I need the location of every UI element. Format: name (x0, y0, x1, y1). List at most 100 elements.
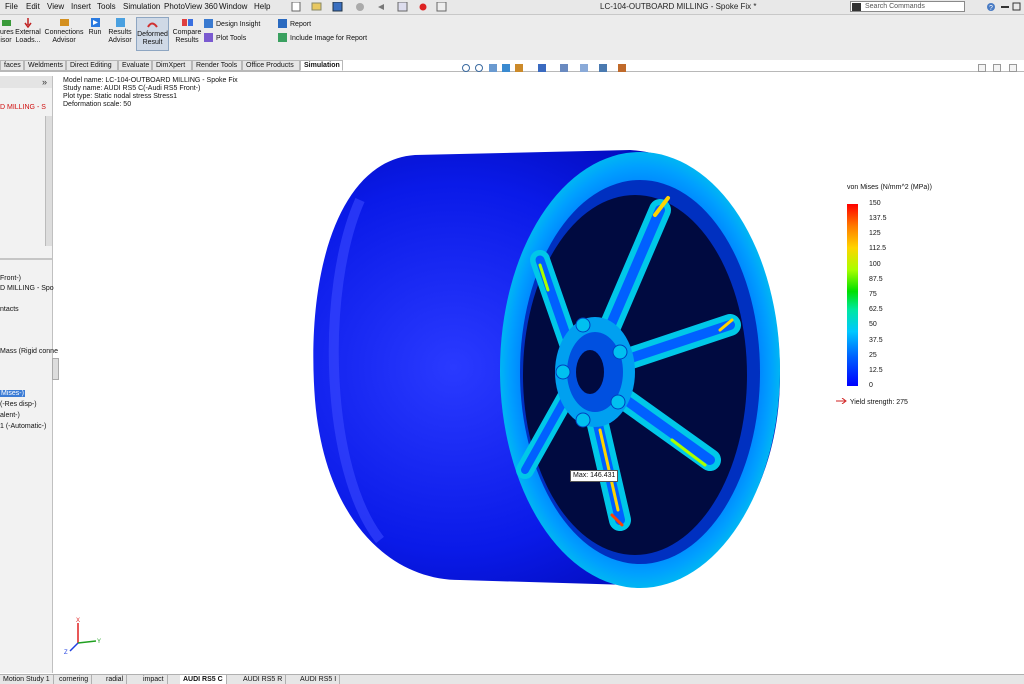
legend-color-bar (847, 204, 858, 386)
compare-results-label: Compare Results (172, 29, 202, 44)
ribbon-toolbar: ures isor External Loads... Connections … (0, 15, 1024, 60)
external-loads-button[interactable]: External Loads... (14, 17, 42, 45)
plot-type: Plot type: Static nodal stress Stress1 (63, 93, 177, 100)
menu-tools[interactable]: Tools (97, 2, 116, 11)
coordinate-triad: X Y Z (64, 618, 101, 655)
tree-scrollbar[interactable] (45, 116, 52, 246)
command-manager-tabs: faces Weldments Direct Editing Evaluate … (0, 60, 345, 71)
yield-strength-marker: Yield strength: 275 (836, 397, 908, 406)
triad-z-label: Z (64, 650, 68, 655)
deformed-result-label: Deformed Result (137, 31, 168, 46)
viewport-close-button[interactable] (1009, 64, 1017, 72)
menu-insert[interactable]: Insert (71, 2, 91, 11)
menu-photoview[interactable]: PhotoView 360 (164, 2, 218, 11)
panel-splitter[interactable] (0, 258, 52, 260)
tab-surfaces[interactable]: faces (0, 60, 24, 71)
plot-info-block: Model name: LC-104-OUTBOARD MILLING - Sp… (63, 77, 238, 109)
menu-help[interactable]: Help (254, 2, 270, 11)
legend-label: 100 (869, 261, 881, 268)
legend-label: 150 (869, 200, 881, 207)
fixtures-advisor-button[interactable]: ures isor (0, 17, 14, 45)
tree-root-item[interactable]: D MILLING - S (0, 104, 46, 111)
wheel-stress-plot[interactable] (300, 140, 800, 600)
compare-results-icon (181, 19, 193, 26)
run-button[interactable]: Run (86, 17, 104, 37)
quick-access-toolbar[interactable] (290, 2, 465, 12)
legend-label: 125 (869, 230, 881, 237)
design-insight-label: Design Insight (216, 21, 261, 28)
menu-bar: File Edit View Insert Tools Simulation P… (0, 0, 1024, 15)
legend-label: 12.5 (869, 367, 883, 374)
triad-y-label: Y (97, 639, 101, 645)
legend-label: 0 (869, 382, 873, 389)
fixtures-label: ures isor (0, 29, 14, 44)
include-image-icon (278, 33, 287, 42)
compare-results-button[interactable]: Compare Results (172, 17, 202, 45)
tab-direct-editing[interactable]: Direct Editing (66, 60, 118, 71)
help-icons[interactable]: ? (987, 2, 1021, 12)
connections-icon (59, 19, 69, 26)
results-advisor-icon (115, 18, 125, 27)
design-insight-button[interactable]: Design Insight (204, 19, 260, 28)
legend-label: 87.5 (869, 276, 883, 283)
feature-manager-tree: » D MILLING - S Front-) D MILLING - Spo … (0, 76, 59, 673)
tree-item-front[interactable]: Front-) (0, 275, 21, 282)
legend-label: 112.5 (869, 245, 886, 252)
menu-window[interactable]: Window (219, 2, 247, 11)
menu-file[interactable]: File (5, 2, 18, 11)
deformed-result-icon (147, 22, 158, 28)
results-advisor-label: Results Advisor (108, 29, 132, 44)
legend-label: 37.5 (869, 337, 883, 344)
view-heads-up-toolbar[interactable] (462, 63, 637, 74)
connections-advisor-button[interactable]: Connections Advisor (44, 17, 84, 45)
tree-item-contacts[interactable]: ntacts (0, 306, 19, 313)
tab-weldments[interactable]: Weldments (24, 60, 66, 71)
fixtures-icon (1, 20, 11, 26)
tree-item-stress[interactable]: Mises-) (0, 390, 25, 397)
plot-tools-button[interactable]: Plot Tools (204, 33, 246, 42)
panel-collapse-handle[interactable] (52, 358, 59, 380)
study-name: Study name: AUDI RS5 C(-Audi RS5 Front-) (63, 85, 201, 92)
max-stress-label[interactable]: Max: 146.431 (570, 470, 619, 482)
panel-header: » (0, 76, 52, 88)
svg-text:»: » (42, 77, 47, 87)
deformed-result-button[interactable]: Deformed Result (136, 17, 169, 51)
include-image-button[interactable]: Include Image for Report (278, 33, 367, 42)
viewport-restore-button[interactable] (993, 64, 1001, 72)
viewport-minimize-button[interactable] (978, 64, 986, 72)
tree-item-factor-of-safety[interactable]: 1 (-Automatic-) (0, 423, 46, 430)
connections-label: Connections Advisor (44, 29, 84, 44)
tab-render-tools[interactable]: Render Tools (192, 60, 242, 71)
legend-label: 62.5 (869, 306, 883, 313)
triad-x-label: X (76, 618, 80, 624)
run-icon (90, 18, 100, 27)
legend-label: 25 (869, 352, 877, 359)
design-insight-icon (204, 19, 213, 28)
results-advisor-button[interactable]: Results Advisor (106, 17, 134, 45)
external-loads-label: External Loads... (15, 29, 41, 44)
svg-text:?: ? (989, 5, 993, 12)
legend-label: 137.5 (869, 215, 887, 222)
tab-evaluate[interactable]: Evaluate (118, 60, 152, 71)
tree-item-mass[interactable]: Mass (Rigid conne (0, 348, 58, 355)
deformation-scale: Deformation scale: 50 (63, 101, 132, 108)
report-label: Report (290, 21, 312, 28)
menu-simulation[interactable]: Simulation (123, 2, 160, 11)
search-input[interactable]: Search Commands (850, 1, 965, 12)
tab-dimxpert[interactable]: DimXpert (152, 60, 192, 71)
model-name: Model name: LC-104-OUTBOARD MILLING - Sp… (63, 77, 238, 84)
tree-item-strain[interactable]: alent-) (0, 412, 20, 419)
tab-office-products[interactable]: Office Products (242, 60, 300, 71)
tree-item-milling[interactable]: D MILLING - Spo (0, 285, 54, 292)
tree-item-displacement[interactable]: (-Res disp-) (0, 401, 37, 408)
report-button[interactable]: Report (278, 19, 311, 28)
menu-view[interactable]: View (47, 2, 64, 11)
plot-tools-label: Plot Tools (216, 35, 247, 42)
report-icon (278, 19, 287, 28)
legend-label: 50 (869, 321, 877, 328)
search-icon (852, 3, 861, 11)
tab-simulation[interactable]: Simulation (300, 60, 343, 71)
run-label: Run (88, 29, 102, 36)
window-title: LC-104-OUTBOARD MILLING - Spoke Fix * (600, 2, 757, 11)
menu-edit[interactable]: Edit (26, 2, 40, 11)
